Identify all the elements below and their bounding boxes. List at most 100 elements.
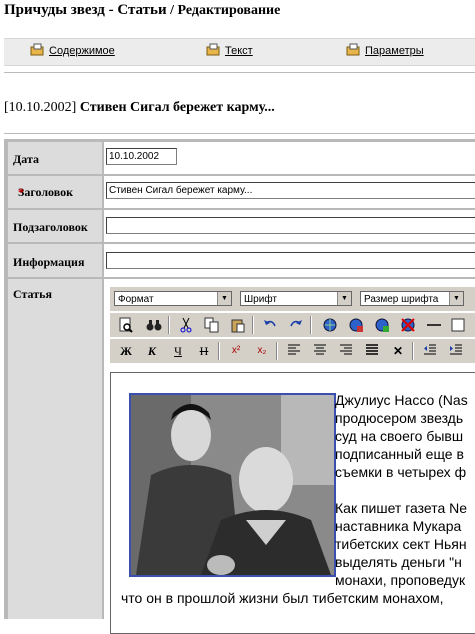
chevron-down-icon: ▼ (217, 292, 231, 305)
article-heading: [10.10.2002] Стивен Сигал бережет карму.… (4, 100, 275, 116)
page-mode: / Редактирование (166, 3, 281, 18)
format-select[interactable]: Формат ▼ (114, 291, 232, 306)
align-center-button[interactable] (310, 341, 330, 361)
outdent-button[interactable] (420, 341, 440, 361)
page-title: Причуды звезд - Статьи / Редактирование (4, 2, 280, 19)
article-label: Статья (8, 279, 102, 619)
bold-button[interactable]: Ж (116, 341, 136, 361)
content-icon (30, 43, 45, 56)
align-left-icon (288, 344, 300, 355)
justify-icon (366, 344, 378, 355)
paragraph-line: наставника Мукара (335, 518, 462, 534)
globe-anchor-icon (375, 318, 389, 332)
superscript-button[interactable]: x² (226, 341, 246, 361)
cut-button[interactable] (176, 315, 196, 335)
separator (276, 342, 278, 360)
editor-toolbar-text: Ж К Ч Н x² x₂ ✕ (110, 339, 475, 363)
paragraph-line: подписанный еще в (335, 446, 464, 462)
paragraph-line: тибетских сект Ньян (335, 536, 467, 552)
date-cell: 10.10.2002 (104, 142, 475, 174)
chevron-down-icon: ▼ (449, 292, 463, 305)
globe-edit-icon (349, 318, 363, 332)
subtitle-label-text: Подзаголовок (13, 220, 88, 234)
find-button[interactable] (144, 315, 164, 335)
paragraph-line: Как пишет газета Ne (335, 500, 468, 516)
paragraph-line: суд на своего бывш (335, 428, 464, 444)
tab-content[interactable]: Содержимое (30, 43, 115, 57)
redo-button[interactable] (286, 315, 306, 335)
align-left-button[interactable] (284, 341, 304, 361)
info-cell (104, 244, 475, 277)
paragraph-line: Джулиус Нассо (Nas (335, 392, 468, 408)
align-right-icon (340, 344, 352, 355)
article-photo (129, 393, 336, 577)
format-select-value: Формат (118, 294, 154, 305)
article-label-text: Статья (13, 287, 52, 301)
tab-text-label: Текст (225, 45, 253, 57)
font-size-select[interactable]: Размер шрифта ▼ (360, 291, 464, 306)
font-select-value: Шрифт (244, 294, 277, 305)
title-cell: Стивен Сигал бережет карму... (104, 176, 475, 208)
subtitle-cell (104, 210, 475, 242)
anchor-button[interactable] (372, 315, 392, 335)
separator (412, 342, 414, 360)
separator (252, 316, 254, 334)
article-editor[interactable]: Джулиус Нассо (Nas продюсером звездь суд… (110, 372, 475, 634)
globe-link-icon (323, 318, 337, 332)
subtitle-field[interactable] (106, 217, 475, 234)
paragraph-line: съемки в четырех ф (335, 464, 467, 480)
subtitle-label: Подзаголовок (8, 210, 102, 242)
remove-format-button[interactable]: ✕ (388, 341, 408, 361)
undo-button[interactable] (260, 315, 280, 335)
separator (310, 316, 312, 334)
paragraph-line: выделять деньги "н (335, 554, 462, 570)
title-field[interactable]: Стивен Сигал бережет карму... (106, 182, 475, 199)
info-label-text: Информация (13, 255, 85, 269)
horizontal-rule-button[interactable] (424, 315, 444, 335)
outdent-icon (424, 344, 436, 355)
date-label: Дата (8, 142, 102, 174)
section-name: Статьи (117, 2, 167, 18)
tab-text[interactable]: Текст (206, 43, 253, 57)
tab-settings-label: Параметры (365, 45, 424, 57)
date-field[interactable]: 10.10.2002 (106, 148, 177, 165)
indent-button[interactable] (446, 341, 466, 361)
subscript-button[interactable]: x₂ (252, 341, 272, 361)
article-cell: Формат ▼ Шрифт ▼ Размер шрифта ▼ Ж К Ч Н… (104, 279, 475, 634)
indent-icon (450, 344, 462, 355)
preview-button[interactable] (116, 315, 136, 335)
info-field[interactable] (106, 252, 475, 269)
paste-button[interactable] (228, 315, 248, 335)
binoculars-icon (146, 320, 162, 331)
chevron-down-icon: ▼ (337, 292, 351, 305)
editor-toolbar-formats: Формат ▼ Шрифт ▼ Размер шрифта ▼ (110, 287, 475, 311)
copy-icon (204, 317, 219, 333)
editor-toolbar-actions (110, 313, 475, 337)
align-right-button[interactable] (336, 341, 356, 361)
separator (218, 342, 220, 360)
section-tabs: Содержимое Текст Параметры (4, 38, 475, 66)
edit-link-button[interactable] (346, 315, 366, 335)
title-separator: - (104, 2, 118, 18)
horizontal-rule-icon (427, 324, 441, 326)
undo-icon (264, 320, 276, 327)
insert-link-button[interactable] (320, 315, 340, 335)
unlink-button[interactable] (398, 315, 418, 335)
italic-button[interactable]: К (142, 341, 162, 361)
font-select[interactable]: Шрифт ▼ (240, 291, 352, 306)
table-button[interactable] (448, 315, 468, 335)
underline-button[interactable]: Ч (168, 341, 188, 361)
title-label-text: Заголовок (18, 185, 74, 199)
text-icon (206, 43, 221, 56)
divider (4, 72, 475, 73)
justify-button[interactable] (362, 341, 382, 361)
tab-content-label: Содержимое (49, 45, 115, 57)
site-name: Причуды звезд (4, 2, 105, 18)
article-photo-image (131, 395, 334, 575)
paragraph-line: что он в прошлой жизни был тибетским мон… (121, 590, 444, 606)
copy-button[interactable] (202, 315, 222, 335)
strikethrough-button[interactable]: Н (194, 341, 214, 361)
tab-settings[interactable]: Параметры (346, 43, 424, 57)
required-mark: * (18, 185, 24, 199)
paragraph-line: монахи, проповедук (335, 572, 466, 588)
